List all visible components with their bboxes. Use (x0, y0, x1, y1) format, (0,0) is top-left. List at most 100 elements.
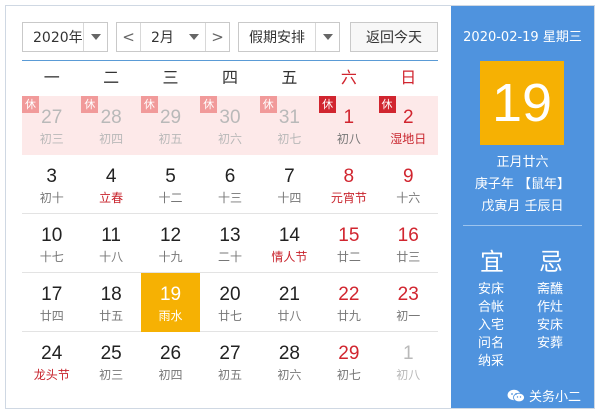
day-cell[interactable]: 休 29 初五 (140, 96, 201, 155)
day-cell[interactable]: 休 28 初四 (81, 96, 141, 155)
day-cell[interactable]: 休 30 初六 (200, 96, 260, 155)
day-number: 5 (165, 166, 176, 187)
header-divider (22, 60, 438, 61)
lunar-label: 二十 (217, 250, 242, 264)
day-cell[interactable]: 5 十二 (141, 155, 200, 214)
lunar-label: 初三 (39, 132, 64, 146)
lunar-label: 初一 (396, 309, 421, 323)
lunar-label: 初三 (99, 368, 124, 382)
ji-title: 忌 (539, 248, 563, 276)
panel-divider (463, 225, 582, 226)
lunar-label: 湿地日 (390, 132, 427, 146)
day-cell[interactable]: 14 情人节 (260, 214, 319, 273)
day-cell[interactable]: 23 初一 (379, 273, 438, 332)
lunar-label: 初十 (39, 191, 64, 205)
day-cell[interactable]: 10 十七 (22, 214, 81, 273)
day-cell[interactable]: 24 龙头节 (22, 332, 81, 391)
day-cell[interactable]: 27 初五 (200, 332, 259, 391)
lunar-label: 十二 (158, 191, 183, 205)
yi-title: 宜 (480, 248, 504, 276)
day-cell[interactable]: 16 廿三 (379, 214, 438, 273)
day-cell[interactable]: 15 廿二 (319, 214, 378, 273)
year-ganzhi: 庚子年 【鼠年】 (474, 177, 571, 192)
day-number: 27 (219, 343, 241, 364)
ji-item: 安床 (537, 318, 564, 333)
day-cell[interactable]: 9 十六 (379, 155, 438, 214)
selected-date: 2020-02-19 星期三 (463, 30, 582, 45)
chevron-down-icon[interactable] (315, 23, 339, 51)
ji-item: 斋醮 (537, 282, 564, 297)
lunar-label: 元宵节 (330, 191, 367, 205)
yi-item: 安床 (478, 282, 505, 297)
day-cell[interactable]: 1 初八 (379, 332, 438, 391)
day-cell[interactable]: 11 十八 (81, 214, 140, 273)
day-cell[interactable]: 17 廿四 (22, 273, 81, 332)
lunar-label: 龙头节 (33, 368, 70, 382)
calendar-week-row: 3 初十 4 立春 5 十二 6 十三 7 十四 8 元宵节 9 十六 (22, 155, 438, 214)
lunar-label: 初五 (158, 132, 183, 146)
wechat-account-name: 关务小二 (529, 390, 582, 405)
day-cell[interactable]: 休 2 湿地日 (378, 96, 438, 155)
lunar-label: 情人节 (271, 250, 308, 264)
lunar-label: 雨水 (158, 309, 183, 323)
day-cell[interactable]: 8 元宵节 (319, 155, 378, 214)
lunar-label: 十三 (217, 191, 242, 205)
month-select[interactable]: < 2月 > (116, 22, 230, 52)
day-cell[interactable]: 休 27 初三 (22, 96, 82, 155)
lunar-label: 廿五 (99, 309, 124, 323)
yi-item: 纳采 (478, 354, 505, 369)
day-cell[interactable]: 26 初四 (141, 332, 200, 391)
day-number: 13 (219, 225, 241, 246)
day-cell[interactable]: 18 廿五 (81, 273, 140, 332)
lunar-label: 廿二 (336, 250, 361, 264)
day-number: 7 (284, 166, 295, 187)
next-month-button[interactable]: > (205, 23, 229, 51)
day-cell[interactable]: 28 初六 (260, 332, 319, 391)
prev-month-button[interactable]: < (117, 23, 141, 51)
day-cell-selected[interactable]: 19 雨水 (140, 273, 201, 332)
day-cell[interactable]: 13 二十 (200, 214, 259, 273)
day-cell[interactable]: 12 十九 (141, 214, 200, 273)
calendar-week-row: 24 龙头节 25 初三 26 初四 27 初五 28 初六 29 初七 1 初八 (22, 332, 438, 391)
day-number: 12 (159, 225, 182, 246)
day-cell[interactable]: 22 廿九 (319, 273, 378, 332)
calendar-grid: 休 27 初三休 28 初四休 29 初五休 30 初六休 31 初七休 1 初八休 2 湿地日 3 初十 4 立春… (22, 96, 438, 391)
weekday-label: 一 (43, 68, 60, 87)
day-cell[interactable]: 21 廿八 (260, 273, 319, 332)
lunar-label: 初四 (158, 368, 183, 382)
day-cell[interactable]: 休 31 初七 (259, 96, 320, 155)
day-number: 4 (105, 166, 117, 187)
chevron-down-icon[interactable] (183, 23, 205, 51)
day-cell[interactable]: 25 初三 (81, 332, 140, 391)
back-to-today-button[interactable]: 返回今天 (350, 22, 438, 52)
holiday-select[interactable]: 假期安排 (238, 22, 340, 52)
rest-day-badge: 休 (319, 96, 337, 113)
day-cell[interactable]: 20 廿七 (200, 273, 259, 332)
weekday-label: 二 (103, 68, 120, 87)
day-number: 10 (41, 225, 63, 246)
year-select[interactable]: 2020年 (22, 22, 108, 52)
lunar-label: 十六 (396, 191, 421, 205)
day-number: 28 (278, 343, 300, 364)
day-number: 19 (159, 284, 182, 305)
lunar-label: 初六 (277, 368, 302, 382)
day-number: 23 (397, 284, 419, 305)
day-number: 22 (338, 284, 360, 305)
day-cell[interactable]: 休 1 初八 (319, 96, 379, 155)
rest-day-badge: 休 (378, 96, 396, 113)
chevron-down-icon[interactable] (83, 23, 107, 51)
yi-item: 入宅 (478, 318, 505, 333)
day-cell[interactable]: 7 十四 (260, 155, 319, 214)
lunar-label: 初七 (336, 368, 361, 382)
lunar-label: 十八 (99, 250, 124, 264)
day-cell[interactable]: 29 初七 (319, 332, 378, 391)
lunar-label: 初八 (396, 368, 421, 382)
day-number: 1 (402, 343, 414, 364)
day-cell[interactable]: 6 十三 (200, 155, 259, 214)
day-number: 6 (224, 166, 236, 187)
day-cell[interactable]: 3 初十 (22, 155, 81, 214)
day-cell[interactable]: 4 立春 (81, 155, 140, 214)
day-number: 18 (100, 284, 122, 305)
rest-day-badge: 休 (259, 96, 277, 113)
lunar-label: 廿八 (277, 309, 302, 323)
